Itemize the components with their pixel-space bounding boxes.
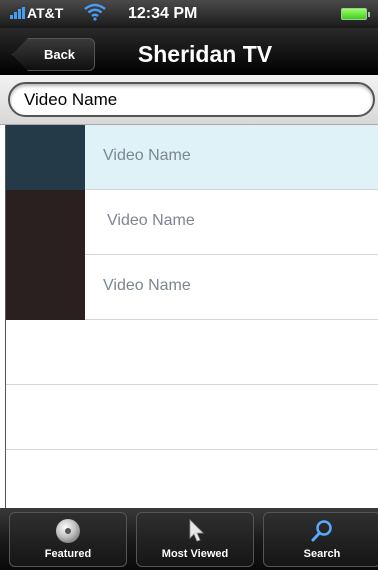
page-title: Sheridan TV: [137, 41, 273, 67]
search-icon: [311, 520, 332, 542]
video-thumbnail: [6, 255, 85, 320]
signal-strength-icon: [10, 7, 26, 19]
video-name: Video Name: [107, 212, 195, 229]
back-button-label: Back: [43, 47, 76, 62]
empty-list-item: [0, 450, 378, 508]
battery-icon: [341, 8, 370, 20]
video-thumbnail: [6, 125, 85, 190]
back-button[interactable]: Back: [12, 38, 95, 71]
carrier-name: AT&T: [27, 5, 64, 21]
video-thumbnail: [6, 190, 85, 255]
disc-icon: [56, 519, 80, 543]
list-item[interactable]: Video Name: [0, 255, 378, 320]
wifi-icon: [84, 3, 106, 21]
empty-list-item: [0, 385, 378, 450]
list-item[interactable]: Video Name: [0, 125, 378, 190]
tab-label: Search: [303, 548, 341, 560]
tab-label: Most Viewed: [161, 548, 229, 560]
tab-search[interactable]: Search: [263, 512, 378, 567]
cursor-icon: [189, 519, 204, 542]
search-bar: [0, 75, 378, 125]
tab-bar: Featured Most Viewed Search: [0, 508, 378, 570]
tab-most-viewed[interactable]: Most Viewed: [136, 512, 254, 567]
clock: 12:34 PM: [128, 5, 198, 22]
list-item[interactable]: Video Name: [0, 190, 378, 255]
video-name: Video Name: [103, 277, 191, 294]
empty-list-item: [0, 320, 378, 385]
list-left-edge: [0, 125, 6, 508]
video-list: Video Name Video Name Video Name: [0, 125, 378, 508]
navigation-bar: Back Sheridan TV: [0, 28, 378, 75]
search-input[interactable]: [8, 82, 375, 117]
video-name: Video Name: [103, 147, 191, 164]
tab-featured[interactable]: Featured: [9, 512, 127, 567]
status-bar: AT&T 12:34 PM: [0, 0, 378, 28]
tab-label: Featured: [44, 548, 92, 560]
